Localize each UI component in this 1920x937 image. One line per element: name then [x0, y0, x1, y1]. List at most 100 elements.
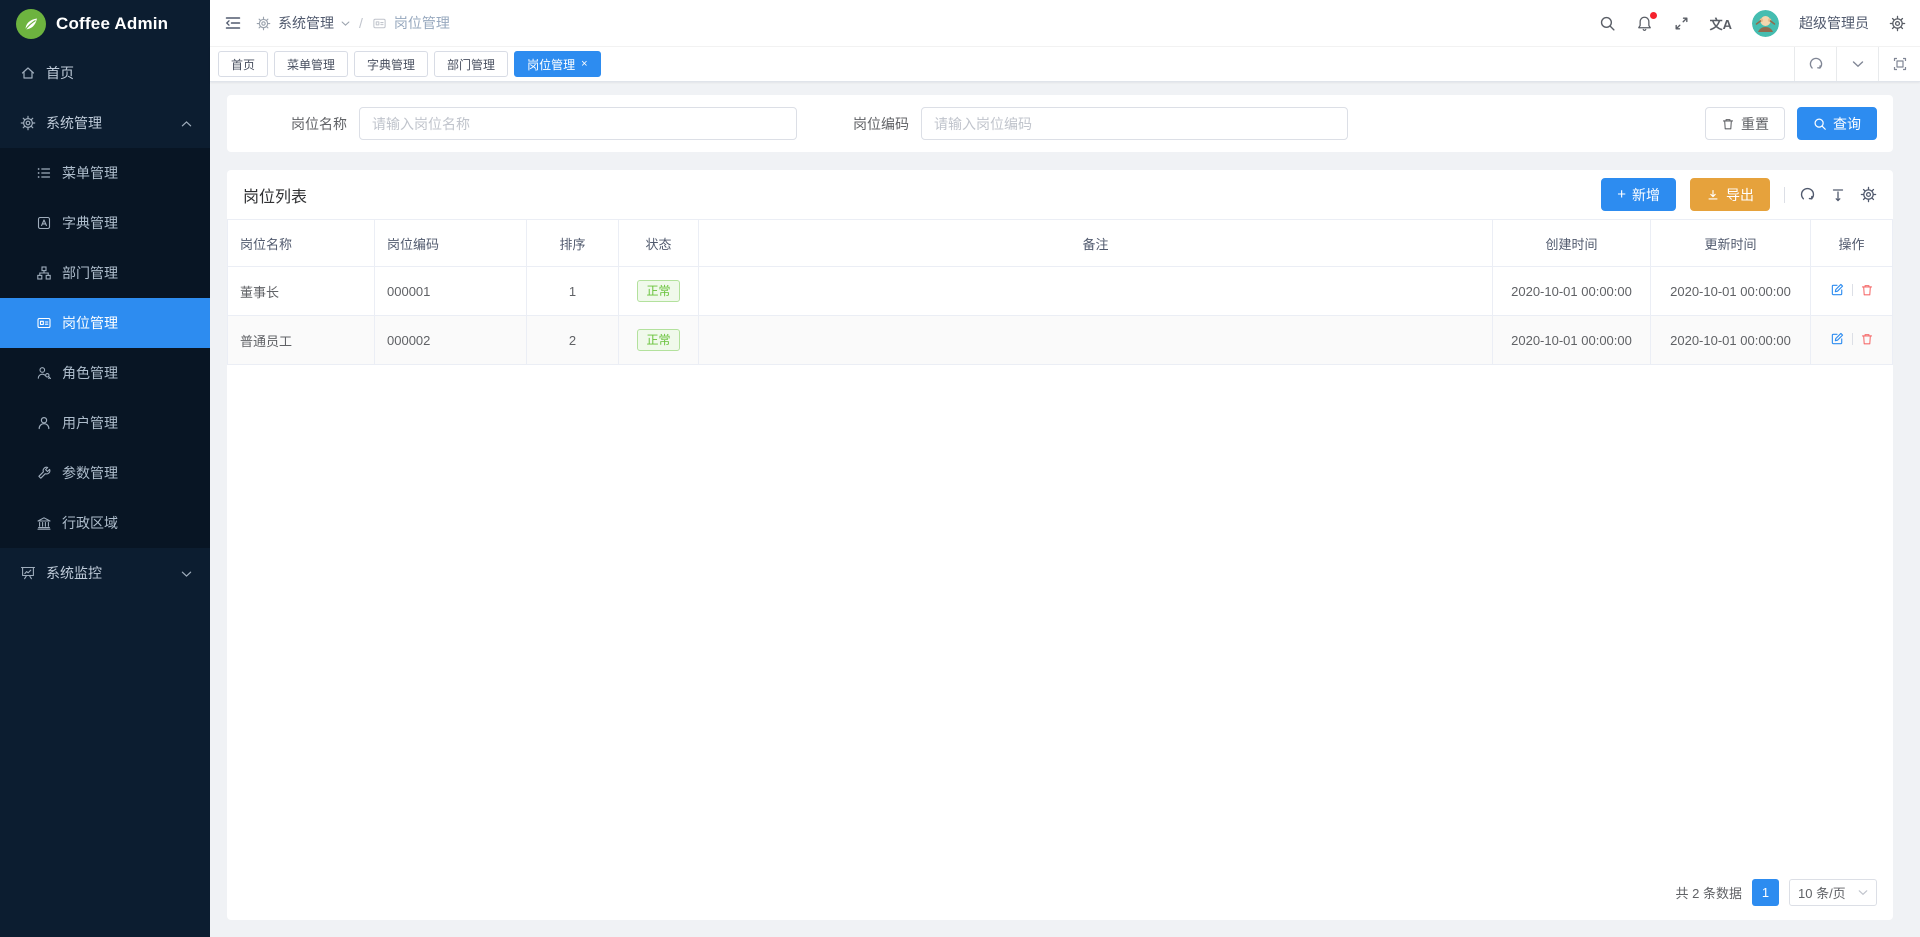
breadcrumb: 系统管理 / 岗位管理 — [256, 13, 450, 33]
page-size-select[interactable]: 10 条/页 — [1789, 879, 1877, 906]
tab-bar: 首页 菜单管理 字典管理 部门管理 岗位管理 × — [210, 47, 1920, 82]
table-header-row: 岗位名称 岗位编码 排序 状态 备注 创建时间 更新时间 操作 — [228, 220, 1893, 267]
pagination-total: 共 2 条数据 — [1676, 883, 1742, 902]
system-management-submenu: 菜单管理 字典管理 部门管理 岗位管理 角色管理 — [0, 148, 210, 548]
sidebar-item-dept-management[interactable]: 部门管理 — [0, 248, 210, 298]
tab-home[interactable]: 首页 — [218, 51, 268, 77]
sidebar-item-label: 行政区域 — [62, 513, 118, 533]
delete-icon[interactable] — [1860, 332, 1874, 346]
sidebar-item-label: 菜单管理 — [62, 163, 118, 183]
column-header: 更新时间 — [1651, 220, 1811, 267]
tab-controls — [1794, 47, 1920, 81]
breadcrumb-parent[interactable]: 系统管理 — [278, 13, 334, 33]
chevron-up-icon — [181, 115, 192, 131]
divider — [1852, 333, 1853, 345]
cell-post-name: 普通员工 — [228, 316, 375, 365]
avatar[interactable] — [1752, 10, 1779, 37]
sidebar-menu: 首页 系统管理 菜单管理 字典管理 部门管理 — [0, 48, 210, 937]
sidebar-item-dict-management[interactable]: 字典管理 — [0, 198, 210, 248]
tab-label: 部门管理 — [447, 56, 495, 73]
chevron-down-icon — [1858, 889, 1868, 896]
edit-icon[interactable] — [1830, 282, 1845, 297]
app-title: Coffee Admin — [56, 14, 168, 34]
sidebar: Coffee Admin 首页 系统管理 菜单管理 字典管理 — [0, 0, 210, 937]
tab-dict-management[interactable]: 字典管理 — [354, 51, 428, 77]
status-badge: 正常 — [637, 280, 679, 302]
column-header: 操作 — [1811, 220, 1893, 267]
post-code-label: 岗位编码 — [853, 114, 909, 134]
sidebar-item-post-management[interactable]: 岗位管理 — [0, 298, 210, 348]
sidebar-item-home[interactable]: 首页 — [0, 48, 210, 98]
export-button[interactable]: 导出 — [1690, 178, 1770, 211]
cell-post-code: 000002 — [375, 316, 527, 365]
reset-button-label: 重置 — [1741, 114, 1769, 134]
search-icon[interactable] — [1599, 15, 1616, 32]
sidebar-item-label: 岗位管理 — [62, 313, 118, 333]
wrench-icon — [36, 465, 52, 481]
cell-sort: 2 — [527, 316, 619, 365]
column-header: 创建时间 — [1493, 220, 1651, 267]
tab-menu-chevron-icon[interactable] — [1836, 47, 1878, 81]
notification-dot — [1650, 12, 1657, 19]
sidebar-item-label: 角色管理 — [62, 363, 118, 383]
row-height-icon[interactable] — [1830, 187, 1846, 203]
sidebar-item-label: 系统监控 — [46, 563, 102, 583]
sidebar-item-user-management[interactable]: 用户管理 — [0, 398, 210, 448]
tab-label: 岗位管理 — [527, 56, 575, 73]
sidebar-item-admin-region[interactable]: 行政区域 — [0, 498, 210, 548]
edit-icon[interactable] — [1830, 331, 1845, 346]
sidebar-item-label: 字典管理 — [62, 213, 118, 233]
sidebar-item-label: 系统管理 — [46, 113, 102, 133]
fullscreen-icon[interactable] — [1673, 15, 1690, 32]
column-settings-gear-icon[interactable] — [1860, 186, 1877, 203]
plus-icon: + — [1617, 187, 1626, 202]
sidebar-item-system-monitor[interactable]: 系统监控 — [0, 548, 210, 598]
cell-remark — [699, 316, 1493, 365]
cell-post-name: 董事长 — [228, 267, 375, 316]
tab-menu-management[interactable]: 菜单管理 — [274, 51, 348, 77]
tab-close-icon[interactable]: × — [581, 59, 587, 70]
settings-gear-icon[interactable] — [1889, 15, 1906, 32]
post-code-input[interactable] — [921, 107, 1348, 140]
sidebar-collapse-icon[interactable] — [224, 14, 242, 32]
tab-dept-management[interactable]: 部门管理 — [434, 51, 508, 77]
list-icon — [36, 165, 52, 181]
pagination: 共 2 条数据 1 10 条/页 — [227, 867, 1893, 920]
leaf-logo-icon — [16, 9, 46, 39]
bank-icon — [36, 515, 52, 531]
translate-icon[interactable]: 文A — [1710, 14, 1732, 33]
add-button[interactable]: + 新增 — [1601, 178, 1676, 211]
column-header: 岗位名称 — [228, 220, 375, 267]
tab-label: 字典管理 — [367, 56, 415, 73]
search-icon — [1813, 117, 1827, 131]
search-button-label: 查询 — [1833, 114, 1861, 134]
cell-created-time: 2020-10-01 00:00:00 — [1493, 316, 1651, 365]
table-refresh-icon[interactable] — [1799, 186, 1816, 203]
column-header: 岗位编码 — [375, 220, 527, 267]
sidebar-item-param-management[interactable]: 参数管理 — [0, 448, 210, 498]
org-chart-icon — [36, 265, 52, 281]
app-logo[interactable]: Coffee Admin — [0, 0, 210, 48]
id-badge-icon — [36, 315, 52, 331]
post-name-input[interactable] — [359, 107, 797, 140]
main-area: 系统管理 / 岗位管理 文A 超级管理员 — [210, 0, 1920, 937]
notification-bell-icon[interactable] — [1636, 15, 1653, 32]
current-user-name[interactable]: 超级管理员 — [1799, 13, 1869, 33]
refresh-icon[interactable] — [1794, 47, 1836, 81]
content-fullscreen-icon[interactable] — [1878, 47, 1920, 81]
search-button[interactable]: 查询 — [1797, 107, 1877, 140]
chevron-down-icon — [341, 20, 350, 27]
delete-icon[interactable] — [1860, 283, 1874, 297]
id-badge-icon — [372, 16, 387, 31]
sidebar-item-menu-management[interactable]: 菜单管理 — [0, 148, 210, 198]
download-icon — [1706, 188, 1720, 202]
sidebar-item-system-management[interactable]: 系统管理 — [0, 98, 210, 148]
tab-post-management[interactable]: 岗位管理 × — [514, 51, 600, 77]
table-row: 董事长 000001 1 正常 2020-10-01 00:00:00 2020… — [228, 267, 1893, 316]
reset-button[interactable]: 重置 — [1705, 107, 1785, 140]
page-number-button[interactable]: 1 — [1752, 879, 1779, 906]
sidebar-item-label: 首页 — [46, 63, 74, 83]
sidebar-item-role-management[interactable]: 角色管理 — [0, 348, 210, 398]
cell-sort: 1 — [527, 267, 619, 316]
page-content: 岗位名称 岗位编码 重置 查询 岗位列表 — [210, 82, 1920, 937]
